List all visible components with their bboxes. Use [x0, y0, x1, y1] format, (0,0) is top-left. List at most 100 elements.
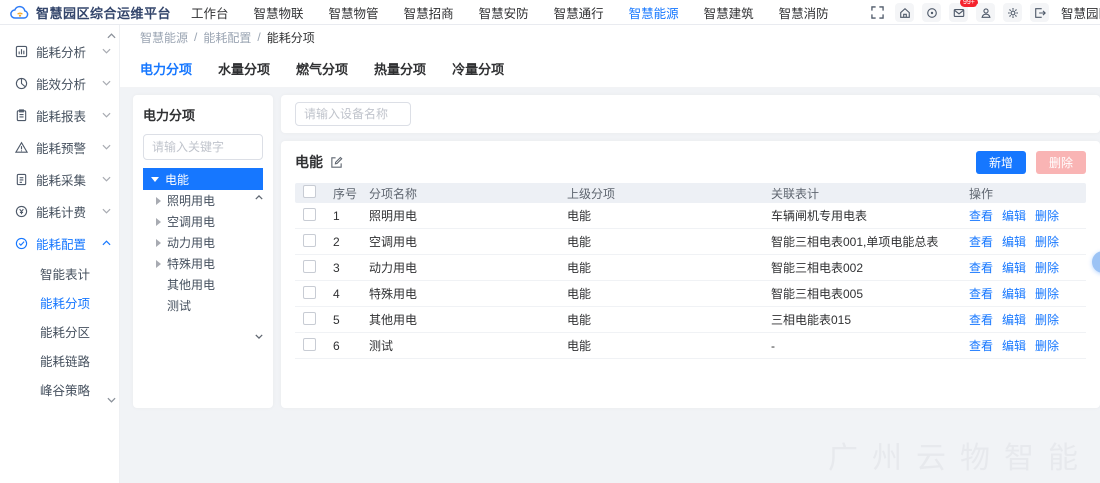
edit-link[interactable]: 编辑	[1002, 259, 1026, 276]
delete-link[interactable]: 删除	[1035, 311, 1059, 328]
caret-right-icon[interactable]	[156, 197, 161, 205]
subitem-name: 特殊用电	[367, 285, 565, 302]
home-icon[interactable]	[895, 3, 914, 22]
tab-cooling[interactable]: 冷量分项	[452, 59, 504, 78]
sidebar-scroll-up-icon[interactable]	[107, 33, 116, 39]
gear-icon[interactable]	[1003, 3, 1022, 22]
delete-link[interactable]: 删除	[1035, 207, 1059, 224]
delete-link[interactable]: 删除	[1035, 337, 1059, 354]
tree-scroll-down-icon[interactable]	[255, 334, 263, 339]
sidebar-item-consumption-collection[interactable]: 能耗采集	[0, 163, 119, 195]
sidebar-item-consumption-zone[interactable]: 能耗分区	[0, 317, 119, 346]
view-link[interactable]: 查看	[969, 207, 993, 224]
sidebar-item-consumption-subitem[interactable]: 能耗分项	[0, 288, 119, 317]
menu-building[interactable]: 智慧建筑	[704, 3, 754, 22]
bar-chart-icon	[15, 44, 29, 58]
row-checkbox[interactable]	[303, 208, 316, 221]
menu-property[interactable]: 智慧物管	[329, 3, 379, 22]
tree-node[interactable]: 空调用电	[143, 211, 263, 232]
edit-link[interactable]: 编辑	[1002, 311, 1026, 328]
sidebar-item-peak-valley-strategy[interactable]: 峰谷策略	[0, 375, 119, 404]
row-checkbox[interactable]	[303, 286, 316, 299]
menu-access[interactable]: 智慧通行	[554, 3, 604, 22]
tab-gas[interactable]: 燃气分项	[296, 59, 348, 78]
menu-security[interactable]: 智慧安防	[479, 3, 529, 22]
tree-node[interactable]: 动力用电	[143, 232, 263, 253]
mail-icon[interactable]: 99+	[949, 3, 968, 22]
tree-node[interactable]: 测试	[143, 295, 263, 316]
edit-link[interactable]: 编辑	[1002, 285, 1026, 302]
row-checkbox[interactable]	[303, 312, 316, 325]
caret-down-icon[interactable]	[151, 177, 159, 182]
sidebar-item-consumption-config[interactable]: 能耗配置	[0, 227, 119, 259]
sidebar-item-consumption-billing[interactable]: 能耗计费	[0, 195, 119, 227]
tree-node-root[interactable]: 电能	[143, 168, 263, 190]
sidebar-item-smart-meter[interactable]: 智能表计	[0, 259, 119, 288]
column-header: 关联表计	[769, 185, 967, 202]
chevron-down-icon	[102, 80, 111, 86]
tab-heat[interactable]: 热量分项	[374, 59, 426, 78]
logout-icon[interactable]	[1030, 3, 1049, 22]
breadcrumb-item[interactable]: 智慧能源	[140, 29, 188, 46]
aim-icon[interactable]	[922, 3, 941, 22]
fullscreen-icon[interactable]	[868, 3, 887, 22]
chevron-down-icon	[102, 112, 111, 118]
caret-right-icon[interactable]	[156, 239, 161, 247]
view-link[interactable]: 查看	[969, 259, 993, 276]
tree-search-input[interactable]	[143, 134, 263, 160]
menu-workbench[interactable]: 工作台	[191, 3, 229, 22]
caret-right-icon[interactable]	[156, 218, 161, 226]
edit-link[interactable]: 编辑	[1002, 337, 1026, 354]
edit-link[interactable]: 编辑	[1002, 233, 1026, 250]
menu-leasing[interactable]: 智慧招商	[404, 3, 454, 22]
view-link[interactable]: 查看	[969, 285, 993, 302]
tree-node[interactable]: 其他用电	[143, 274, 263, 295]
breadcrumb-item[interactable]: 能耗配置	[203, 29, 251, 46]
sidebar-scroll-down-icon[interactable]	[107, 397, 116, 403]
app-title: 智慧园区综合运维平台	[36, 3, 171, 22]
row-no: 3	[331, 261, 367, 275]
tab-electric[interactable]: 电力分项	[140, 59, 192, 78]
edit-link[interactable]: 编辑	[1002, 207, 1026, 224]
sidebar-item-consumption-analysis[interactable]: 能耗分析	[0, 35, 119, 67]
delete-link[interactable]: 删除	[1035, 285, 1059, 302]
breadcrumb-current: 能耗分项	[267, 29, 315, 46]
delete-link[interactable]: 删除	[1035, 259, 1059, 276]
check-circle-icon	[15, 236, 29, 250]
menu-energy[interactable]: 智慧能源	[629, 3, 679, 22]
subitem-table-card: 电能 新增 删除 序号 分项名称 上级分项 关联表计	[281, 141, 1100, 408]
view-link[interactable]: 查看	[969, 337, 993, 354]
menu-smart-iot[interactable]: 智慧物联	[254, 3, 304, 22]
tree-scroll-up-icon[interactable]	[255, 195, 263, 200]
parent-subitem: 电能	[565, 259, 769, 276]
caret-right-icon[interactable]	[156, 260, 161, 268]
sidebar-item-consumption-alert[interactable]: 能耗预警	[0, 131, 119, 163]
row-checkbox[interactable]	[303, 234, 316, 247]
row-checkbox[interactable]	[303, 260, 316, 273]
menu-fire[interactable]: 智慧消防	[779, 3, 829, 22]
tree-panel-title: 电力分项	[143, 105, 263, 124]
user-icon[interactable]	[976, 3, 995, 22]
warning-triangle-icon	[15, 140, 29, 154]
add-button[interactable]: 新增	[976, 151, 1026, 174]
breadcrumb: 智慧能源 / 能耗配置 / 能耗分项	[120, 25, 1100, 49]
park-switcher[interactable]: 智慧园区	[1061, 3, 1100, 22]
subitem-name: 空调用电	[367, 233, 565, 250]
sidebar-item-efficiency-analysis[interactable]: 能效分析	[0, 67, 119, 99]
tree-node[interactable]: 照明用电	[143, 190, 263, 211]
edit-icon[interactable]	[330, 156, 343, 169]
view-link[interactable]: 查看	[969, 233, 993, 250]
row-checkbox[interactable]	[303, 338, 316, 351]
subitem-name: 其他用电	[367, 311, 565, 328]
delete-link[interactable]: 删除	[1035, 233, 1059, 250]
delete-button[interactable]: 删除	[1036, 151, 1086, 174]
tree-node[interactable]: 特殊用电	[143, 253, 263, 274]
sidebar-item-consumption-circuit[interactable]: 能耗链路	[0, 346, 119, 375]
sidebar-item-consumption-report[interactable]: 能耗报表	[0, 99, 119, 131]
select-all-checkbox[interactable]	[303, 185, 316, 198]
view-link[interactable]: 查看	[969, 311, 993, 328]
tab-water[interactable]: 水量分项	[218, 59, 270, 78]
device-search-input[interactable]	[295, 102, 411, 126]
tree-node-label: 测试	[167, 297, 191, 314]
clipboard-icon	[15, 108, 29, 122]
